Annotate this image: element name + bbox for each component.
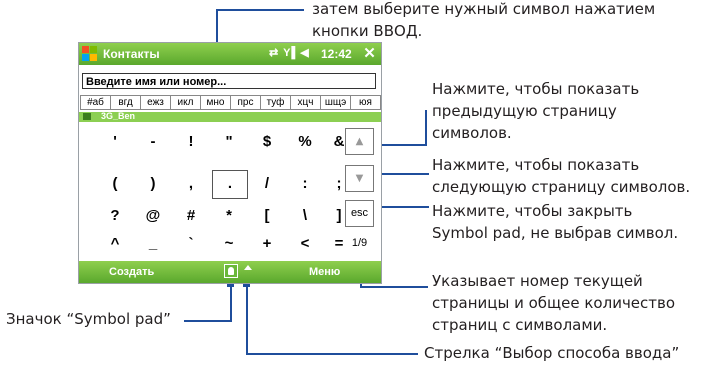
prev-page-annotation-line3: символов. xyxy=(432,124,512,142)
app-title: Контакты xyxy=(103,47,160,61)
symbol-pad-icon[interactable] xyxy=(224,264,238,278)
symbol-key[interactable]: ( xyxy=(101,174,129,194)
next-page-annotation-line2: следующую страницу символов. xyxy=(432,178,691,196)
prev-page-button[interactable]: ▲ xyxy=(345,128,374,155)
symbol-key[interactable]: % xyxy=(291,132,319,152)
device-screen: Контакты ⇄ Y▌◀ 12:42 ✕ Введите имя или н… xyxy=(78,42,382,284)
top-annotation-line2: кнопки ВВОД. xyxy=(312,22,423,40)
input-selector-arrow-annotation: Стрелка “Выбор способа ввода” xyxy=(424,344,680,362)
tab-0[interactable]: #аб xyxy=(80,95,111,110)
esc-annotation-line2: Symbol pad, не выбрав символ. xyxy=(432,224,679,242)
symbol-key[interactable]: - xyxy=(139,132,167,152)
callout-page-h xyxy=(360,286,428,288)
top-annotation-line1: затем выберите нужный символ нажатием xyxy=(312,0,656,18)
callout-sip-h xyxy=(184,320,232,322)
page-indicator-annotation-line1: Указывает номер текущей xyxy=(432,272,643,290)
status-icons[interactable]: ⇄ Y▌◀ xyxy=(269,46,310,59)
esc-annotation-line1: Нажмите, чтобы закрыть xyxy=(432,202,633,220)
symbol-key[interactable]: < xyxy=(291,234,319,254)
symbol-key[interactable]: * xyxy=(215,206,243,226)
menu-softkey[interactable]: Меню xyxy=(309,266,340,278)
symbol-key[interactable]: ~ xyxy=(215,234,243,254)
contact-list-item[interactable]: 3G_Ben xyxy=(79,112,381,122)
symbol-pad: ' - ! " $ % & ( ) , . / : ; ? @ # * [ \ … xyxy=(79,122,381,261)
symbol-key[interactable]: ) xyxy=(139,174,167,194)
callout-top-h xyxy=(216,9,304,11)
tab-3[interactable]: икл xyxy=(170,95,201,110)
esc-button[interactable]: esc xyxy=(345,200,374,227)
tab-9[interactable]: юя xyxy=(350,95,381,110)
prev-page-annotation-line2: предыдущую страницу xyxy=(432,102,617,120)
prev-page-annotation-line1: Нажмите, чтобы показать xyxy=(432,80,640,98)
symbol-key[interactable]: # xyxy=(177,206,205,226)
tab-6[interactable]: туф xyxy=(260,95,291,110)
symbol-key[interactable]: ! xyxy=(177,132,205,152)
callout-prev-v xyxy=(425,110,427,146)
input-selector-arrow-icon[interactable] xyxy=(244,265,252,270)
contact-name: 3G_Ben xyxy=(101,111,136,121)
symbol-pad-icon-annotation: Значок “Symbol pad” xyxy=(6,310,171,328)
create-softkey[interactable]: Создать xyxy=(109,266,154,278)
windows-start-icon[interactable] xyxy=(82,46,98,62)
symbol-key[interactable]: \ xyxy=(291,206,319,226)
tab-2[interactable]: ежз xyxy=(140,95,171,110)
symbol-key[interactable]: ? xyxy=(101,206,129,226)
symbol-key[interactable]: " xyxy=(215,132,243,152)
symbol-key[interactable]: @ xyxy=(139,206,167,226)
symbol-key[interactable]: $ xyxy=(253,132,281,152)
chevron-down-icon: ▼ xyxy=(355,173,364,184)
symbol-key[interactable]: : xyxy=(291,174,319,194)
alphabet-tabs: #аб вгд ежз икл мно прс туф хцч шщэ юя xyxy=(80,95,381,111)
clock[interactable]: 12:42 xyxy=(321,47,352,61)
chevron-up-icon: ▲ xyxy=(355,136,364,147)
tab-4[interactable]: мно xyxy=(200,95,231,110)
symbol-key[interactable]: , xyxy=(177,174,205,194)
symbol-key[interactable]: + xyxy=(253,234,281,254)
symbol-key-selected[interactable]: . xyxy=(216,174,244,194)
symbol-key[interactable]: [ xyxy=(253,206,281,226)
symbol-key[interactable]: ^ xyxy=(101,234,129,254)
page-indicator-annotation-line2: страницы и общее количество xyxy=(432,294,676,312)
callout-arrow-v xyxy=(246,280,248,355)
close-icon[interactable]: ✕ xyxy=(361,45,378,62)
contact-icon xyxy=(83,113,91,120)
next-page-annotation-line1: Нажмите, чтобы показать xyxy=(432,156,640,174)
page-indicator: 1/9 xyxy=(351,237,368,249)
next-page-button[interactable]: ▼ xyxy=(345,165,374,192)
menu-bar: Создать Меню xyxy=(79,261,381,283)
symbol-key[interactable]: ' xyxy=(101,132,129,152)
tab-7[interactable]: хцч xyxy=(290,95,321,110)
symbol-key[interactable]: / xyxy=(253,174,281,194)
contact-search-input[interactable]: Введите имя или номер... xyxy=(82,73,376,89)
symbol-key[interactable]: _ xyxy=(139,234,167,254)
callout-arrow-h xyxy=(246,353,418,355)
symbol-key[interactable]: ` xyxy=(177,234,205,254)
tab-8[interactable]: шщэ xyxy=(320,95,351,110)
page-indicator-annotation-line3: страниц с символами. xyxy=(432,316,608,334)
tab-1[interactable]: вгд xyxy=(110,95,141,110)
title-bar: Контакты ⇄ Y▌◀ 12:42 ✕ xyxy=(79,43,381,65)
tab-5[interactable]: прс xyxy=(230,95,261,110)
